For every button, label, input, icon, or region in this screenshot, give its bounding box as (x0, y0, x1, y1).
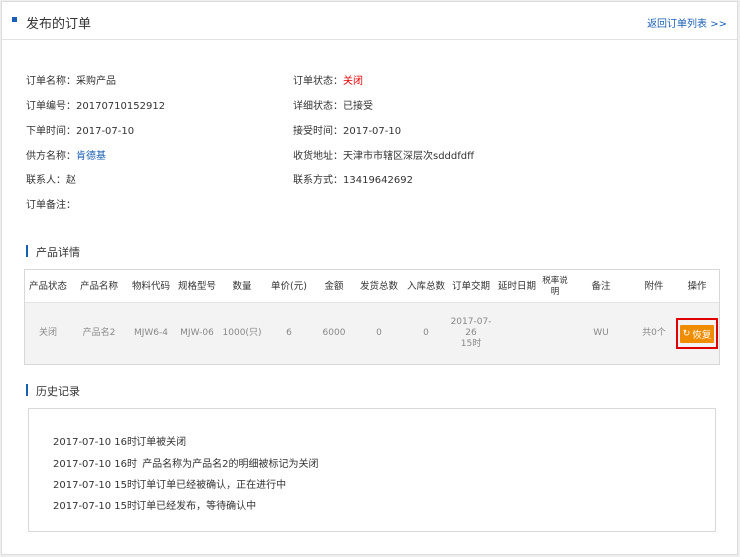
order-number-value: 20170710152912 (76, 101, 166, 112)
order-name-label: 订单名称： (26, 76, 76, 87)
product-name-cell: 产品名2 (82, 327, 116, 338)
product-status-cell: 关闭 (38, 327, 57, 338)
column-header: 发货总数 (359, 280, 398, 292)
column-header: 延时日期 (497, 280, 536, 292)
order-time-label: 下单时间： (26, 126, 76, 137)
refresh-icon: ↻ (682, 328, 691, 338)
order-remark-label: 订单备注： (26, 200, 76, 211)
shipped-total-cell: 0 (376, 327, 382, 338)
material-code-cell: MJW6-4 (133, 327, 169, 338)
order-number-label: 订单编号： (26, 101, 76, 112)
column-header: 产品状态 (28, 280, 67, 292)
order-name-value: 采购产品 (76, 76, 116, 87)
page-header: 发布的订单 返回订单列表 >> (2, 2, 737, 40)
delivery-address-label: 收货地址： (293, 151, 343, 162)
history-item: 2017-07-10 16时 产品名称为产品名2的明细被标记为关闭 (53, 455, 319, 470)
column-header: 附件 (644, 280, 664, 292)
supplier-name: 供方名称：肯德基 (26, 147, 106, 162)
remark-cell: WU (593, 327, 609, 338)
stocked-total-cell: 0 (423, 327, 429, 338)
order-status-value: 关闭 (343, 76, 363, 87)
contact-person: 联系人：赵 (26, 171, 76, 186)
due-date: 2017-07-26 (450, 316, 492, 338)
due-date-cell: 2017-07-26 15时 (449, 303, 493, 364)
column-header: 金额 (324, 280, 344, 292)
page-title: 发布的订单 (26, 17, 92, 32)
column-header: 单价(元) (271, 280, 307, 292)
history-box: 2017-07-10 16时 订单被关闭 2017-07-10 16时 产品名称… (28, 408, 716, 532)
restore-button-label: 恢复 (692, 329, 712, 341)
column-header: 入库总数 (406, 280, 445, 292)
tax-note-cell (541, 303, 569, 364)
title-marker-icon (12, 17, 17, 22)
history-text: 订单订单已经被确认，正在进行中 (136, 480, 287, 491)
restore-highlight: ↻ 恢复 (676, 318, 718, 349)
delivery-address-value: 天津市市辖区深层次sdddfdff (343, 151, 475, 162)
history-time: 2017-07-10 16时 (53, 437, 138, 448)
detail-status-label: 详细状态： (293, 101, 343, 112)
product-table-header: 产品状态 产品名称 物料代码 规格型号 数量 单价(元) 金额 发货总数 入库总… (25, 270, 719, 303)
history-time: 2017-07-10 15时 (53, 501, 138, 512)
history-item: 2017-07-10 15时 订单订单已经被确认，正在进行中 (53, 476, 286, 491)
supplier-name-link[interactable]: 肯德基 (76, 151, 106, 162)
history-text: 订单被关闭 (136, 437, 187, 448)
accept-time-value: 2017-07-10 (343, 126, 402, 137)
detail-status: 详细状态：已接受 (293, 97, 373, 112)
contact-phone-label: 联系方式： (293, 175, 343, 186)
column-header: 物料代码 (131, 280, 170, 292)
order-remark: 订单备注： (26, 196, 76, 211)
history-text: 订单已经发布，等待确认中 (136, 501, 257, 512)
due-time: 15时 (460, 339, 482, 350)
spec-cell: MJW-06 (180, 327, 214, 338)
supplier-name-label: 供方名称： (26, 151, 76, 162)
column-header: 数量 (232, 280, 252, 292)
order-panel: 发布的订单 返回订单列表 >> 订单名称：采购产品 订单编号：201707101… (1, 1, 738, 555)
column-header: 规格型号 (177, 280, 216, 292)
history-time: 2017-07-10 16时 (53, 459, 138, 470)
product-table: 产品状态 产品名称 物料代码 规格型号 数量 单价(元) 金额 发货总数 入库总… (24, 269, 720, 365)
order-status: 订单状态：关闭 (293, 72, 363, 87)
order-status-label: 订单状态： (293, 76, 343, 87)
column-header: 备注 (591, 280, 611, 292)
order-name: 订单名称：采购产品 (26, 72, 116, 87)
column-header: 订单交期 (451, 280, 490, 292)
delay-date-cell (493, 303, 541, 364)
accept-time: 接受时间：2017-07-10 (293, 122, 401, 137)
product-details-heading: 产品详情 (26, 244, 80, 260)
order-time-value: 2017-07-10 (76, 126, 135, 137)
history-time: 2017-07-10 15时 (53, 480, 138, 491)
column-header: 税率说明 (542, 275, 568, 297)
amount-cell: 6000 (322, 327, 346, 338)
back-to-orders-link[interactable]: 返回订单列表 >> (647, 15, 727, 30)
column-header: 操作 (687, 280, 707, 292)
accept-time-label: 接受时间： (293, 126, 343, 137)
attachment-cell[interactable]: 共0个 (633, 303, 675, 364)
unit-price-cell: 6 (286, 327, 292, 338)
restore-button[interactable]: ↻ 恢复 (680, 324, 714, 343)
history-text: 产品名称为产品名2的明细被标记为关闭 (142, 459, 319, 470)
quantity-cell: 1000(只) (222, 327, 262, 338)
order-number: 订单编号：20170710152912 (26, 97, 165, 112)
delivery-address: 收货地址：天津市市辖区深层次sdddfdff (293, 147, 474, 162)
detail-status-value: 已接受 (343, 101, 373, 112)
table-row: 关闭 产品名2 MJW6-4 MJW-06 1000(只) 6 6000 0 0… (25, 303, 719, 364)
history-item: 2017-07-10 16时 订单被关闭 (53, 433, 186, 448)
column-header: 产品名称 (79, 280, 118, 292)
contact-person-value: 赵 (66, 175, 76, 186)
contact-phone-value: 13419642692 (343, 175, 413, 186)
order-time: 下单时间：2017-07-10 (26, 122, 134, 137)
contact-person-label: 联系人： (26, 175, 66, 186)
history-item: 2017-07-10 15时 订单已经发布，等待确认中 (53, 497, 256, 512)
contact-phone: 联系方式：13419642692 (293, 171, 413, 186)
history-heading: 历史记录 (26, 383, 80, 399)
